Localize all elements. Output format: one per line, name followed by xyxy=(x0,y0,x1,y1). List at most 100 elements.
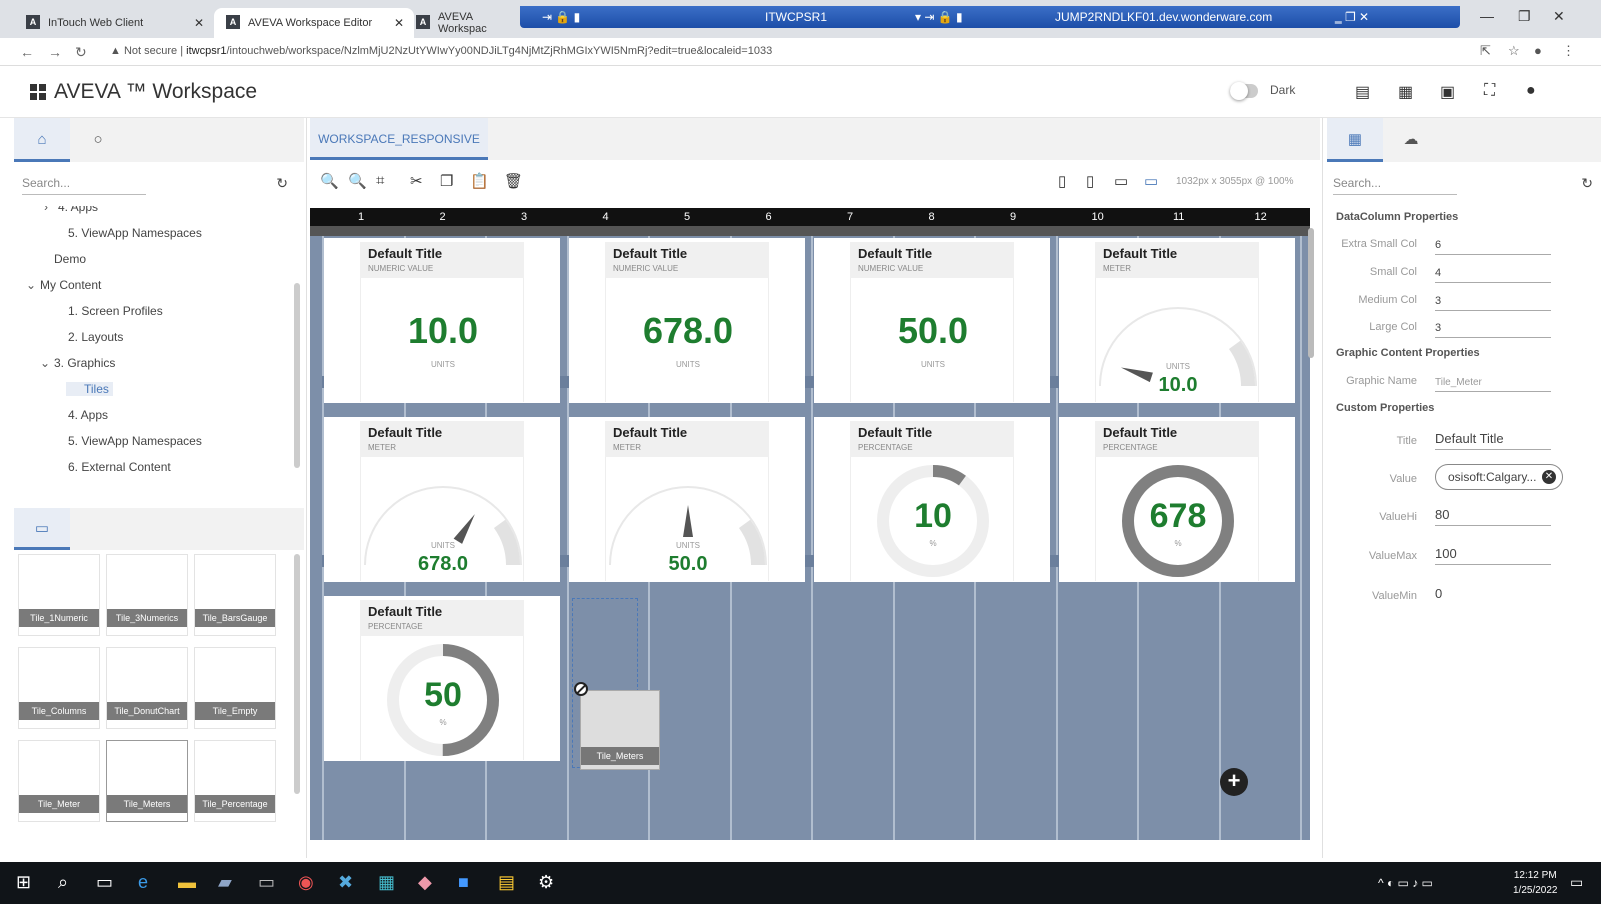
dark-mode-toggle[interactable] xyxy=(1230,82,1258,100)
taskbar-clock[interactable]: 12:12 PM 1/25/2022 xyxy=(1513,868,1558,898)
app-icon[interactable]: ◆ xyxy=(418,872,432,893)
layout-canvas[interactable]: 1 2 3 4 5 6 7 8 9 10 11 12 Default Title NUMERIC VAL… xyxy=(310,208,1310,840)
task-view-icon[interactable]: ▭ xyxy=(96,872,113,893)
left-splitter[interactable] xyxy=(306,118,307,858)
tile-thumbnail[interactable]: Tile_3Numerics xyxy=(106,554,188,636)
back-icon[interactable]: ← xyxy=(20,44,34,60)
tile-thumbnail[interactable]: Tile_1Numeric xyxy=(18,554,100,636)
reload-icon[interactable]: ↻ xyxy=(75,44,87,61)
tile-card[interactable]: Default Title NUMERIC VALUE 10.0 UNITS xyxy=(324,238,560,403)
fullscreen-icon[interactable]: ⛶ xyxy=(1484,82,1495,100)
tile-thumbnail[interactable]: Tile_Meter xyxy=(18,740,100,822)
close-tab-icon[interactable]: ✕ xyxy=(194,16,204,30)
tile-card[interactable]: Default Title PERCENTAGE 678% xyxy=(1059,417,1295,582)
tile-card[interactable]: Default Title NUMERIC VALUE 50.0 UNITS xyxy=(814,238,1050,403)
prop-valuehi-input[interactable]: 80 xyxy=(1435,507,1551,526)
value-tag-chip[interactable]: osisoft:Calgary... ✕ xyxy=(1435,464,1563,490)
pin-icon[interactable]: ⇥ 🔒 ▮ xyxy=(542,10,580,24)
refresh-icon[interactable]: ↻ xyxy=(276,175,288,192)
desktop-view-icon[interactable]: ▭ xyxy=(1144,172,1158,190)
chrome-icon[interactable]: ◉ xyxy=(298,872,314,893)
notes-icon[interactable]: ▤ xyxy=(498,872,515,893)
browser-tab-intouch[interactable]: A InTouch Web Client ✕ xyxy=(14,8,214,38)
tree-item[interactable]: 1. Screen Profiles xyxy=(54,304,163,318)
tile-card[interactable]: Default Title PERCENTAGE 50% xyxy=(324,596,560,761)
layout-icon[interactable]: ▦ xyxy=(1398,82,1413,102)
search-icon[interactable]: ⌕ xyxy=(58,872,68,893)
prop-lg-input[interactable]: 3 xyxy=(1435,322,1551,338)
canvas-scrollbar[interactable] xyxy=(1308,228,1314,358)
right-search-input[interactable]: Search... xyxy=(1333,176,1457,195)
prop-valuemax-input[interactable]: 100 xyxy=(1435,546,1551,565)
restore-icon[interactable]: ❐ xyxy=(1518,8,1531,25)
prop-md-input[interactable]: 3 xyxy=(1435,295,1551,311)
tile-thumbnail[interactable]: Tile_Empty xyxy=(194,647,276,729)
window-app-icon[interactable]: ▭ xyxy=(258,872,275,893)
tile-card[interactable]: Default Title METER UNITS 678.0 xyxy=(324,417,560,582)
refresh-icon[interactable]: ↻ xyxy=(1581,175,1593,192)
tab-tiles[interactable]: ▭ xyxy=(14,508,70,550)
paste-icon[interactable]: 📋 xyxy=(470,172,489,190)
tree-item[interactable]: Demo xyxy=(40,252,86,266)
file-explorer-icon[interactable]: ▬ xyxy=(178,872,196,893)
tree-item[interactable]: 5. ViewApp Namespaces xyxy=(54,434,202,448)
preview-icon[interactable]: ▤ xyxy=(1355,82,1370,102)
tile-card[interactable]: Default Title METER UNITS 10.0 xyxy=(1059,238,1295,403)
prop-title-input[interactable]: Default Title xyxy=(1435,431,1551,450)
delete-icon[interactable]: 🗑 xyxy=(504,172,523,190)
tree-item[interactable]: 2. Layouts xyxy=(54,330,123,344)
tile-thumbnail[interactable]: Tile_BarsGauge xyxy=(194,554,276,636)
tree-item[interactable]: ⌄ My Content xyxy=(26,278,101,292)
tab-properties[interactable]: ▦ xyxy=(1327,118,1383,162)
windows-start-icon[interactable]: ⊞ xyxy=(16,872,31,893)
url-field[interactable]: ▲ Not secure | itwcpsr1/intouchweb/works… xyxy=(110,45,772,57)
tree-item[interactable]: › 4. Apps xyxy=(44,206,98,214)
tile-card[interactable]: Default Title PERCENTAGE 10% xyxy=(814,417,1050,582)
chevron-icon[interactable]: › xyxy=(44,206,58,214)
tab-content-library[interactable]: ⌂ xyxy=(14,118,70,162)
ide-icon[interactable]: ▦ xyxy=(378,872,395,893)
tile-thumbnail[interactable]: Tile_DonutChart xyxy=(106,647,188,729)
profile-icon[interactable]: ● xyxy=(1534,43,1542,58)
tile-thumbnail[interactable]: Tile_Percentage xyxy=(194,740,276,822)
prop-xs-input[interactable]: 6 xyxy=(1435,239,1551,255)
zoom-out-icon[interactable]: 🔍 xyxy=(348,172,367,190)
tree-item[interactable]: 6. External Content xyxy=(54,460,171,474)
remote-app-icon[interactable]: ▰ xyxy=(218,872,232,893)
save-icon[interactable]: ▣ xyxy=(1440,82,1455,102)
app-icon-2[interactable]: ■ xyxy=(458,872,469,893)
right-splitter[interactable] xyxy=(1322,118,1323,858)
laptop-view-icon[interactable]: ▭ xyxy=(1114,172,1128,190)
bookmark-star-icon[interactable]: ☆ xyxy=(1508,43,1520,59)
dragged-tile[interactable]: Tile_Meters xyxy=(580,690,660,770)
zoom-in-icon[interactable]: 🔍 xyxy=(320,172,339,190)
tree-item[interactable]: Tiles xyxy=(66,382,113,396)
system-tray-icons[interactable]: ^ ◐ ▭ ♪ ▭ xyxy=(1378,876,1433,890)
user-icon[interactable]: ● xyxy=(1526,82,1536,100)
tab-search[interactable]: ○ xyxy=(70,118,126,162)
tools-icon[interactable]: ✖ xyxy=(338,872,353,893)
tab-workspace-responsive[interactable]: WORKSPACE_RESPONSIVE xyxy=(310,118,488,160)
tile-card[interactable]: Default Title METER UNITS 50.0 xyxy=(569,417,805,582)
share-icon[interactable]: ⇱ xyxy=(1480,43,1491,59)
prop-sm-input[interactable]: 4 xyxy=(1435,267,1551,283)
prop-valuemin-input[interactable]: 0 xyxy=(1435,586,1551,604)
tab-cloud[interactable]: ☁ xyxy=(1383,118,1439,162)
edge-browser-icon[interactable]: e xyxy=(138,872,148,893)
tree-item[interactable]: 5. ViewApp Namespaces xyxy=(54,226,202,240)
remove-tag-icon[interactable]: ✕ xyxy=(1542,470,1556,484)
close-tab-icon[interactable]: ✕ xyxy=(394,16,404,30)
tree-item[interactable]: 4. Apps xyxy=(54,408,108,422)
rdp-window-controls[interactable]: ‗ ❐ ✕ xyxy=(1335,10,1369,24)
left-panel-scrollbar[interactable] xyxy=(294,283,300,468)
chevron-icon[interactable]: ⌄ xyxy=(26,278,40,292)
tree-item[interactable]: ⌄ 3. Graphics xyxy=(40,356,115,370)
cut-icon[interactable]: ✂ xyxy=(410,172,423,190)
menu-kebab-icon[interactable]: ⋮ xyxy=(1562,43,1575,59)
fit-icon[interactable]: ⌗ xyxy=(376,172,384,189)
browser-tab-workspace[interactable]: A AVEVA Workspac xyxy=(404,8,524,38)
pin-icon[interactable]: ▾ ⇥ 🔒 ▮ xyxy=(915,10,963,24)
notification-icon[interactable]: ▭ xyxy=(1570,874,1583,891)
tile-thumbnail[interactable]: Tile_Columns xyxy=(18,647,100,729)
browser-tab-editor[interactable]: A AVEVA Workspace Editor ✕ xyxy=(214,8,414,38)
